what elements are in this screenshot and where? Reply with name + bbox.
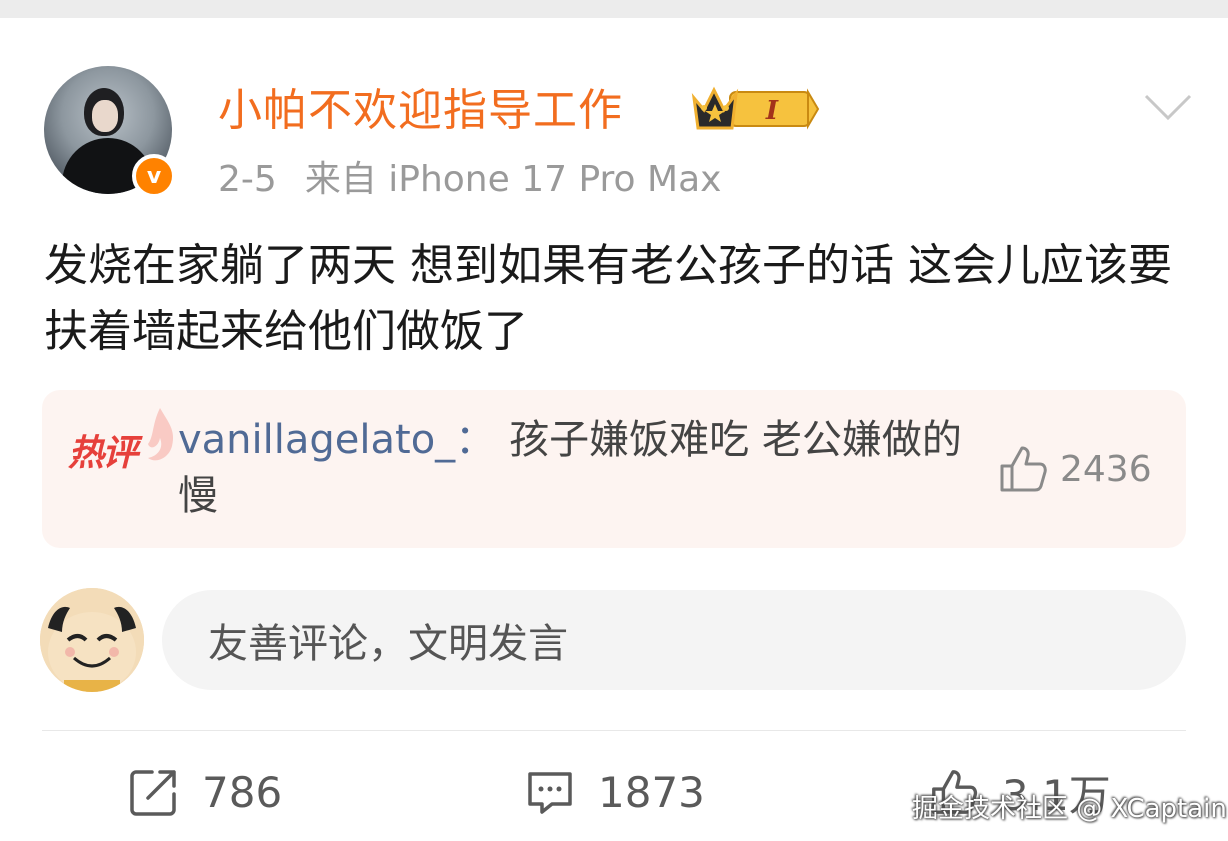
author-name[interactable]: 小帕不欢迎指导工作 (218, 74, 623, 138)
hot-comment-like-count: 2436 (1060, 448, 1152, 490)
hot-comment-user[interactable]: vanillagelato_ (178, 417, 455, 463)
repost-count: 786 (202, 767, 283, 817)
comment-button[interactable]: 1873 (524, 762, 705, 822)
weibo-post-card: v 小帕不欢迎指导工作 I 2-5 来自 iPhone 17 Pro Max 发烧… (0, 18, 1228, 841)
verified-badge-icon: v (132, 154, 176, 198)
status-strip (0, 0, 1228, 18)
cartoon-avatar-icon (40, 588, 144, 692)
thumbs-up-icon (1000, 446, 1047, 492)
post-date: 2-5 (218, 159, 277, 200)
vip-crown-badge[interactable]: I (690, 80, 820, 136)
comment-icon (528, 772, 572, 814)
repost-button[interactable]: 786 (128, 762, 282, 822)
hot-comment-tag: 热评 (68, 408, 174, 476)
flame-icon (148, 408, 174, 461)
chevron-down-icon[interactable] (1142, 86, 1194, 126)
repost-icon (130, 770, 176, 816)
post-content: 发烧在家躺了两天 想到如果有老公孩子的话 这会儿应该要扶着墙起来给他们做饭了 (44, 240, 1172, 357)
comment-count: 1873 (598, 767, 705, 817)
hot-comment[interactable]: 热评 vanillagelato_： 孩子嫌饭难吃 老公嫌做的慢 2436 (42, 390, 1186, 548)
comment-input[interactable]: 友善评论，文明发言 (162, 590, 1186, 690)
hot-comment-text: vanillagelato_： 孩子嫌饭难吃 老公嫌做的慢 (178, 412, 978, 524)
hot-comment-colon: ： (455, 417, 496, 463)
watermark: 掘金技术社区 @ XCaptain (912, 794, 1227, 824)
post-meta: 2-5 来自 iPhone 17 Pro Max (218, 150, 749, 202)
current-user-avatar[interactable] (40, 588, 144, 692)
post-source: 来自 iPhone 17 Pro Max (304, 159, 722, 200)
author-avatar[interactable]: v (44, 66, 176, 198)
crown-icon: I (691, 86, 820, 130)
divider (42, 730, 1186, 731)
comment-input-placeholder: 友善评论，文明发言 (208, 621, 568, 667)
vip-level-text: I (765, 96, 779, 126)
hot-comment-like-button[interactable]: 2436 (996, 442, 1152, 496)
